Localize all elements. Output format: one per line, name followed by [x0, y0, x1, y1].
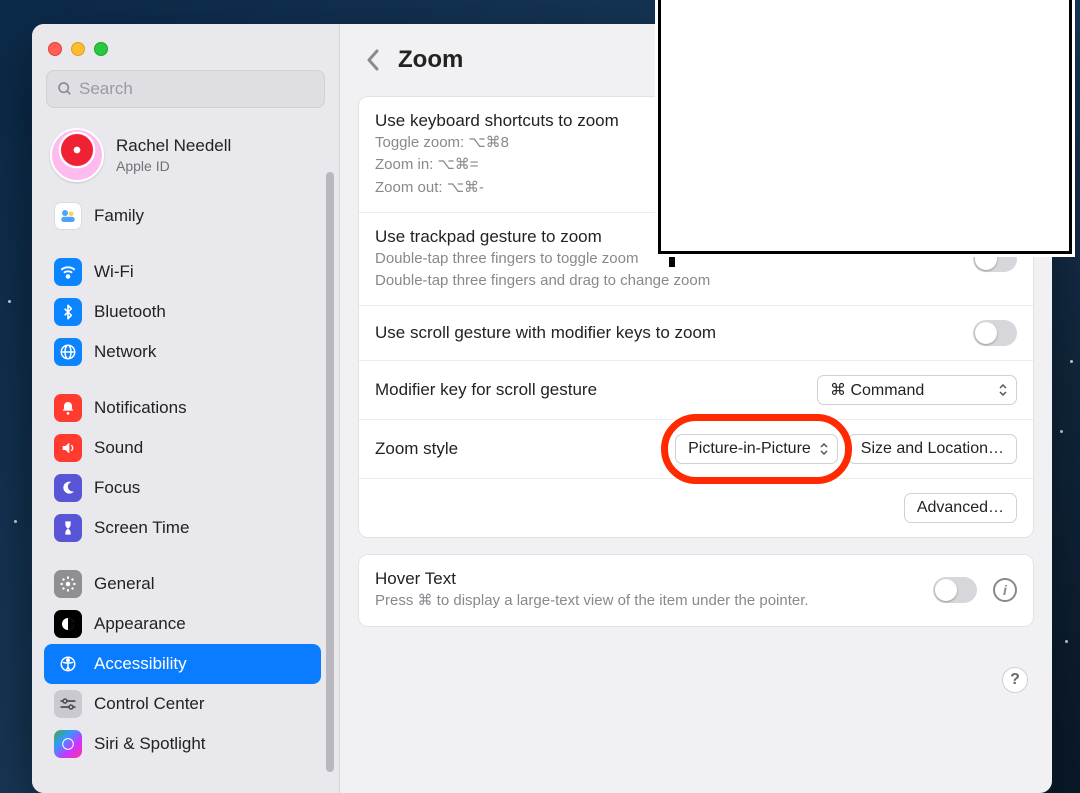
profile-sub: Apple ID [116, 158, 231, 174]
sidebar-item-label: Accessibility [94, 654, 187, 674]
network-icon [54, 338, 82, 366]
annotation-callout-box [655, 0, 1075, 257]
advanced-button[interactable]: Advanced… [904, 493, 1017, 523]
annotation-leader [669, 257, 675, 267]
row-scroll-gesture: Use scroll gesture with modifier keys to… [359, 305, 1033, 360]
accessibility-icon [54, 650, 82, 678]
sidebar-item-general[interactable]: General [44, 564, 321, 604]
general-icon [54, 570, 82, 598]
scroll-gesture-toggle[interactable] [973, 320, 1017, 346]
help-label: ? [1010, 671, 1020, 689]
search-input[interactable] [79, 79, 314, 99]
hover-text-toggle[interactable] [933, 577, 977, 603]
sidebar-item-label: Focus [94, 478, 140, 498]
sidebar-item-wifi[interactable]: Wi-Fi [44, 252, 321, 292]
page-title: Zoom [398, 46, 463, 74]
row-label: Use scroll gesture with modifier keys to… [375, 323, 957, 343]
row-sub: Double-tap three fingers and drag to cha… [375, 271, 957, 291]
fullscreen-button[interactable] [94, 42, 108, 56]
button-label: Size and Location… [861, 440, 1004, 458]
controlcenter-icon [54, 690, 82, 718]
select-value: Picture-in-Picture [688, 440, 811, 458]
avatar [50, 128, 104, 182]
row-zoom-style: Zoom style Picture-in-Picture Size and L… [359, 419, 1033, 478]
sidebar-item-label: Wi-Fi [94, 262, 134, 282]
row-label: Zoom style [375, 439, 659, 459]
size-and-location-button[interactable]: Size and Location… [848, 434, 1017, 464]
row-modifier-key: Modifier key for scroll gesture ⌘ Comman… [359, 360, 1033, 419]
sidebar-item-label: General [94, 574, 154, 594]
sidebar-item-label: Family [94, 206, 144, 226]
info-icon[interactable]: i [993, 578, 1017, 602]
wifi-icon [54, 258, 82, 286]
sidebar-item-sound[interactable]: Sound [44, 428, 321, 468]
apple-id-profile[interactable]: Rachel Needell Apple ID [42, 122, 323, 196]
sound-icon [54, 434, 82, 462]
sidebar-item-controlcenter[interactable]: Control Center [44, 684, 321, 724]
chevron-updown-icon [819, 442, 829, 456]
sidebar-item-appearance[interactable]: Appearance [44, 604, 321, 644]
sidebar-item-label: Notifications [94, 398, 187, 418]
window-controls [42, 36, 329, 70]
screentime-icon [54, 514, 82, 542]
search-icon [57, 81, 73, 97]
row-hover-text: Hover Text Press ⌘ to display a large-te… [359, 555, 1033, 625]
sidebar-item-bluetooth[interactable]: Bluetooth [44, 292, 321, 332]
sidebar-item-notifications[interactable]: Notifications [44, 388, 321, 428]
sidebar-item-accessibility[interactable]: Accessibility [44, 644, 321, 684]
sidebar-item-siri[interactable]: Siri & Spotlight [44, 724, 321, 764]
sidebar-scrollbar[interactable] [323, 172, 337, 793]
sidebar-item-family[interactable]: Family [44, 196, 321, 236]
bluetooth-icon [54, 298, 82, 326]
select-value: ⌘ Command [830, 380, 924, 400]
button-label: Advanced… [917, 499, 1004, 517]
sidebar-scroll[interactable]: Rachel Needell Apple ID Family Wi-Fi [42, 122, 329, 793]
appearance-icon [54, 610, 82, 638]
siri-icon [54, 730, 82, 758]
row-label: Modifier key for scroll gesture [375, 380, 801, 400]
zoom-style-select[interactable]: Picture-in-Picture [675, 434, 838, 464]
row-sub: Press ⌘ to display a large-text view of … [375, 591, 917, 611]
profile-name: Rachel Needell [116, 136, 231, 156]
modifier-key-select[interactable]: ⌘ Command [817, 375, 1017, 405]
hover-text-panel: Hover Text Press ⌘ to display a large-te… [358, 554, 1034, 626]
sidebar-item-focus[interactable]: Focus [44, 468, 321, 508]
search-field[interactable] [46, 70, 325, 108]
sidebar-item-label: Control Center [94, 694, 205, 714]
sidebar-item-network[interactable]: Network [44, 332, 321, 372]
minimize-button[interactable] [71, 42, 85, 56]
help-button[interactable]: ? [1002, 667, 1028, 693]
sidebar: Rachel Needell Apple ID Family Wi-Fi [32, 24, 340, 793]
row-advanced: Advanced… [359, 478, 1033, 537]
sidebar-item-label: Screen Time [94, 518, 189, 538]
sidebar-item-label: Appearance [94, 614, 186, 634]
sidebar-item-label: Sound [94, 438, 143, 458]
row-label: Hover Text [375, 569, 917, 589]
close-button[interactable] [48, 42, 62, 56]
family-icon [54, 202, 82, 230]
sidebar-item-label: Network [94, 342, 156, 362]
sidebar-item-label: Siri & Spotlight [94, 734, 206, 754]
chevron-updown-icon [998, 383, 1008, 397]
sidebar-item-label: Bluetooth [94, 302, 166, 322]
back-button[interactable] [366, 49, 380, 71]
focus-icon [54, 474, 82, 502]
sidebar-item-screentime[interactable]: Screen Time [44, 508, 321, 548]
notifications-icon [54, 394, 82, 422]
